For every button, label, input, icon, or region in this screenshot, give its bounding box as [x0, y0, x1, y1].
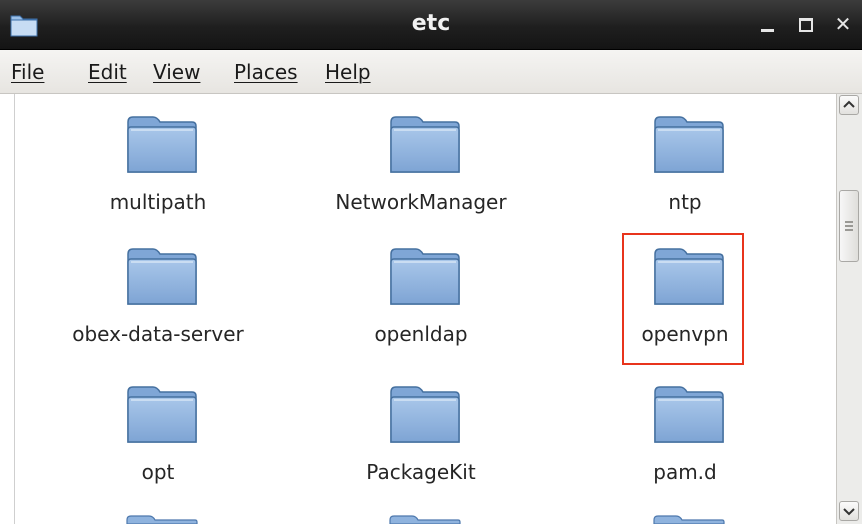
folder-item[interactable]: obex-data-server: [53, 246, 263, 376]
menu-view[interactable]: View: [153, 50, 200, 94]
scroll-down-button[interactable]: [839, 501, 859, 521]
grip-line: [845, 225, 853, 227]
window-title: etc: [411, 11, 451, 36]
scroll-thumb[interactable]: [839, 190, 859, 262]
close-icon: ✕: [834, 12, 852, 36]
maximize-button[interactable]: [792, 10, 820, 38]
folder-label: opt: [141, 460, 175, 484]
folder-icon: [654, 386, 724, 443]
maximize-icon: [799, 18, 813, 32]
folder-label: pam.d: [653, 460, 717, 484]
vertical-scrollbar[interactable]: [836, 94, 862, 524]
folder-icon: [127, 248, 197, 305]
folder-icon: [126, 515, 198, 524]
folder-label: PackageKit: [366, 460, 476, 484]
folder-item[interactable]: openldap: [316, 246, 526, 376]
folder-label: ntp: [668, 190, 702, 214]
folder-item[interactable]: opt: [53, 384, 263, 514]
folder-item[interactable]: PackageKit: [316, 384, 526, 514]
menu-file[interactable]: File: [11, 50, 44, 94]
grip-line: [845, 229, 853, 231]
highlight-box: [622, 233, 744, 365]
close-button[interactable]: ✕: [829, 10, 857, 38]
folder-icon: [654, 116, 724, 173]
menu-help[interactable]: Help: [325, 50, 371, 94]
folder-icon: [390, 248, 460, 305]
folder-item[interactable]: pam.d: [580, 384, 790, 514]
folder-label: NetworkManager: [335, 190, 507, 214]
folder-icon: [389, 515, 461, 524]
folder-label: obex-data-server: [72, 322, 244, 346]
title-bar[interactable]: etc ✕: [0, 0, 862, 50]
folder-icon: [653, 515, 725, 524]
grip-line: [845, 221, 853, 223]
arrow-up-icon: [843, 100, 855, 108]
folder-icon: [127, 386, 197, 443]
folder-item[interactable]: ntp: [580, 114, 790, 244]
folder-item[interactable]: NetworkManager: [316, 114, 526, 244]
arrow-down-icon: [843, 508, 855, 516]
folder-icon: [127, 116, 197, 173]
menu-places[interactable]: Places: [234, 50, 298, 94]
folder-item[interactable]: multipath: [53, 114, 263, 244]
folder-label: multipath: [109, 190, 207, 214]
scroll-up-button[interactable]: [839, 95, 859, 115]
minimize-button[interactable]: [754, 10, 782, 38]
menu-bar: File Edit View Places Help: [0, 50, 862, 94]
folder-icon: [390, 386, 460, 443]
menu-edit[interactable]: Edit: [88, 50, 127, 94]
folder-label: openldap: [374, 322, 468, 346]
minimize-icon: [761, 29, 774, 32]
folder-icon: [390, 116, 460, 173]
